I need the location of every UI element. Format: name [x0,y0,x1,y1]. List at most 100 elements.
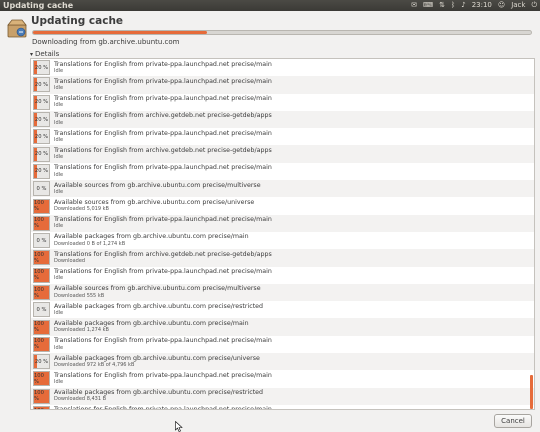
expander-arrow-icon: ▾ [30,50,34,58]
row-progress-label: 20 % [34,99,49,106]
row-text: Available sources from gb.archive.ubuntu… [54,199,254,213]
row-status: Downloaded 5,019 kB [54,206,109,213]
overall-progress-bar [32,30,532,35]
row-status: Idle [54,275,64,282]
list-item: 20 % Translations for English from archiv… [31,145,534,163]
clock[interactable]: 23:10 [472,0,492,11]
row-uri: Available sources from gb.archive.ubuntu… [54,285,261,293]
dialog-title: Updating cache [31,15,124,27]
row-status: Downloaded [54,258,86,265]
bluetooth-icon[interactable]: ᛒ [451,0,455,11]
list-item: 20 % Translations for English from archiv… [31,110,534,129]
overall-progress-fill [33,31,208,34]
row-progress: 100 % [33,285,50,300]
row-progress: 100 % [33,250,50,266]
list-item: 100 % Translations for English from priva… [31,267,534,284]
list-item: 20 % Translations for English from privat… [31,128,534,145]
row-status: Idle [54,102,64,109]
row-uri: Available sources from gb.archive.ubuntu… [54,181,261,189]
row-progress: 20 % [33,354,50,370]
row-status: Idle [54,154,64,161]
volume-icon[interactable]: ♪ [461,0,465,11]
row-text: Available packages from gb.archive.ubunt… [54,389,263,402]
row-uri: Translations for English from archive.ge… [54,112,272,120]
indicator-area: ✉ ⌨ ⇅ ᛒ ♪ 23:10 ☺ Jack ⏻ [411,0,537,11]
scrollbar[interactable] [530,375,533,409]
row-progress-label: 100 % [34,286,44,299]
keyboard-icon[interactable]: ⌨ [423,0,433,11]
row-progress-label: 20 % [34,358,49,365]
list-item: 20 % Translations for English from privat… [31,59,534,76]
user-name[interactable]: Jack [511,0,525,11]
row-status: Idle [54,379,64,386]
row-progress-label: 0 % [36,185,47,192]
row-text: Translations for English from private-pp… [54,371,272,386]
row-progress: 20 % [33,163,50,179]
row-status: Idle [54,171,64,178]
list-item: 20 % Translations for English from privat… [31,76,534,94]
row-uri: Translations for English from private-pp… [54,60,272,68]
row-progress-label: 20 % [34,81,49,88]
row-text: Translations for English from private-pp… [54,406,272,410]
row-uri: Available packages from gb.archive.ubunt… [54,302,264,310]
list-item: 100 % Translations for English from priva… [31,336,534,353]
row-uri: Available packages from gb.archive.ubunt… [54,233,249,241]
row-uri: Translations for English from archive.ge… [54,250,272,258]
row-status: Downloaded 972 kB of 4,796 kB [54,361,135,368]
row-uri: Translations for English from private-pp… [54,164,272,172]
row-progress-label: 100 % [34,251,44,264]
row-uri: Translations for English from private-pp… [54,268,272,276]
row-progress-label: 20 % [34,151,49,158]
row-uri: Translations for English from private-pp… [54,406,272,410]
list-item: 100 % Available sources from gb.archive.u… [31,283,534,302]
row-text: Translations for English from archive.ge… [54,112,272,126]
list-item: 100 % Available packages from gb.archive.… [31,387,534,405]
row-status: Downloaded 1,274 kB [54,327,109,334]
row-status: Idle [54,344,64,351]
window-title: Updating cache [3,1,74,10]
list-item: 100 % Available sources from gb.archive.u… [31,197,534,214]
details-expander[interactable]: ▾ Details [30,50,59,58]
network-icon[interactable]: ⇅ [439,0,445,11]
row-progress: 100 % [33,319,50,335]
row-uri: Translations for English from private-pp… [54,337,272,345]
cancel-button[interactable]: Cancel [494,414,532,428]
list-item: 0 % Available sources from gb.archive.ubu… [31,180,534,198]
row-progress: 100 % [33,215,50,231]
row-text: Translations for English from private-pp… [54,78,272,91]
mail-icon[interactable]: ✉ [411,0,417,11]
row-status: Downloaded 555 kB [54,292,105,299]
row-status: Downloaded 0 B of 1,274 kB [54,240,126,247]
row-progress-label: 20 % [34,168,49,175]
row-progress-label: 100 % [34,269,44,282]
list-item: 0 % Available packages from gb.archive.ub… [31,301,534,318]
row-progress-label: 100 % [34,407,49,409]
row-text: Available sources from gb.archive.ubuntu… [54,285,261,299]
list-item: 100 % Translations for English from archi… [31,249,534,267]
row-progress: 0 % [33,302,50,318]
row-status: Idle [54,67,64,74]
row-text: Translations for English from private-pp… [54,129,272,143]
list-item: 100 % Translations for English from priva… [31,405,534,410]
list-item: 100 % Available packages from gb.archive.… [31,318,534,336]
row-progress-label: 100 % [34,321,44,334]
row-progress: 0 % [33,181,50,197]
row-uri: Translations for English from private-pp… [54,129,272,137]
list-item: 0 % Available packages from gb.archive.ub… [31,232,534,249]
row-text: Available sources from gb.archive.ubuntu… [54,181,261,195]
user-icon[interactable]: ☺ [498,0,505,11]
row-text: Translations for English from private-pp… [54,60,272,74]
row-progress: 100 % [33,198,50,214]
package-icon [7,19,27,38]
row-progress: 100 % [33,267,50,283]
row-progress-label: 0 % [36,306,47,313]
row-progress: 20 % [33,112,50,128]
row-text: Translations for English from private-pp… [54,95,272,109]
row-progress: 100 % [33,371,50,387]
row-progress-label: 100 % [34,217,44,230]
row-status: Idle [54,309,64,316]
row-uri: Translations for English from private-pp… [54,371,272,379]
power-icon[interactable]: ⏻ [531,0,537,11]
row-progress-label: 0 % [36,237,47,244]
download-list[interactable]: 20 % Translations for English from privat… [30,58,535,410]
